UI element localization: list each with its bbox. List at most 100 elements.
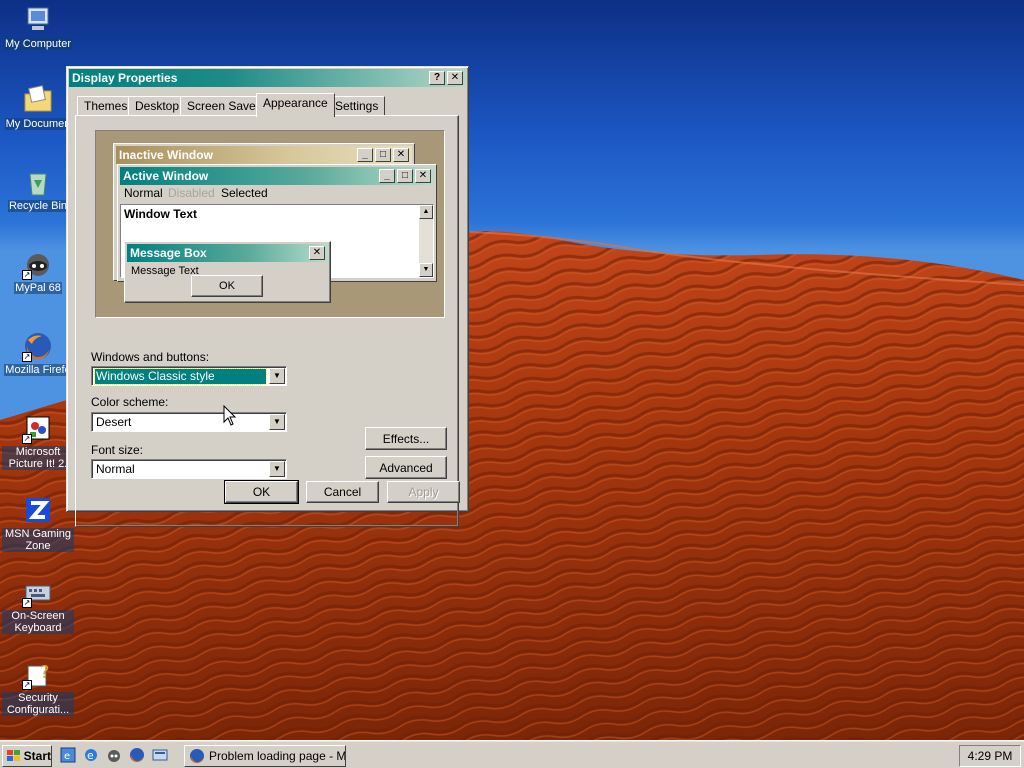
shortcut-arrow-icon: ↗: [22, 598, 32, 608]
svg-text:e: e: [87, 749, 94, 762]
display-properties-dialog[interactable]: Display Properties ? ✕ Themes Desktop Sc…: [66, 66, 469, 527]
desktop-icon-on-screen-keyboard[interactable]: ↗ On-Screen Keyboard: [2, 576, 74, 637]
desktop-icon-security-configuration[interactable]: ? ↗ Security Configurati...: [2, 658, 74, 719]
preview-window-text: Window Text: [124, 207, 197, 221]
scroll-up-icon: ▲: [419, 205, 433, 219]
firefox-icon: [190, 749, 204, 764]
scroll-down-icon: ▼: [419, 263, 433, 277]
preview-active-titlebar: Active Window _ □ ✕: [120, 167, 434, 185]
mouse-cursor-icon: [223, 405, 237, 426]
desktop-icon-my-documents[interactable]: My Documen: [2, 84, 74, 133]
shortcut-arrow-icon: ↗: [22, 434, 32, 444]
computer-icon: [22, 4, 54, 36]
desktop-icon-label: MSN Gaming Zone: [2, 528, 74, 552]
shortcut-arrow-icon: ↗: [22, 352, 32, 362]
close-icon: ✕: [415, 169, 431, 183]
windows-buttons-label: Windows and buttons:: [91, 350, 210, 364]
desktop-icon-label: My Computer: [3, 38, 73, 50]
tab-appearance[interactable]: Appearance: [256, 93, 335, 117]
taskbar: Start e e Problem loading page - M... 4:…: [0, 740, 1024, 768]
desktop-icon-label: Mozilla Firefo: [4, 364, 72, 376]
desktop-icon-label: MyPal 68: [14, 282, 62, 294]
desktop-icon-label: Microsoft Picture It! 2.: [2, 446, 74, 470]
ok-button[interactable]: OK: [224, 480, 299, 504]
preview-menu-normal: Normal: [124, 186, 163, 200]
svg-text:e: e: [64, 751, 70, 762]
close-button[interactable]: ✕: [447, 71, 463, 85]
desktop-icon-picture-it[interactable]: ↗ Microsoft Picture It! 2.: [2, 412, 74, 473]
security-icon: ? ↗: [22, 658, 54, 690]
desktop-icon-msn-gaming-zone[interactable]: MSN Gaming Zone: [2, 494, 74, 555]
preview-scrollbar: ▲ ▼: [419, 205, 433, 277]
desktop-icon-label: My Documen: [4, 118, 72, 130]
firefox-icon[interactable]: [129, 747, 145, 763]
shortcut-arrow-icon: ↗: [22, 680, 32, 690]
chevron-down-icon[interactable]: ▼: [269, 368, 285, 384]
ie-settings-icon[interactable]: e: [60, 747, 76, 763]
folder-icon: [22, 84, 54, 116]
preview-menu-selected: Selected: [221, 186, 268, 200]
system-tray-clock[interactable]: 4:29 PM: [959, 745, 1021, 767]
maximize-icon: □: [375, 148, 391, 162]
font-size-value: Normal: [96, 462, 135, 476]
dialog-titlebar[interactable]: Display Properties ? ✕: [69, 69, 466, 87]
start-label: Start: [23, 749, 51, 763]
preview-message-box: Message Box ✕ Message Text OK: [124, 241, 331, 303]
color-scheme-label: Color scheme:: [91, 395, 169, 409]
preview-msgbox-titlebar: Message Box ✕: [127, 244, 328, 262]
windows-buttons-select[interactable]: Windows Classic style ▼: [91, 366, 287, 386]
maximize-icon: □: [397, 169, 413, 183]
desktop-icon-label: Security Configurati...: [2, 692, 74, 716]
minimize-icon: _: [379, 169, 395, 183]
tab-themes[interactable]: Themes: [77, 96, 135, 116]
dialog-title: Display Properties: [72, 71, 178, 85]
preview-inactive-title: Inactive Window: [119, 148, 213, 162]
color-scheme-value: Desert: [96, 415, 132, 429]
chevron-down-icon[interactable]: ▼: [269, 461, 285, 477]
color-scheme-select[interactable]: Desert ▼: [91, 412, 287, 432]
chevron-down-icon[interactable]: ▼: [269, 414, 285, 430]
preview-msgbox-title: Message Box: [130, 246, 207, 260]
preview-inactive-titlebar: Inactive Window _ □ ✕: [116, 146, 412, 164]
picture-it-icon: ↗: [22, 412, 54, 444]
taskbar-task-firefox[interactable]: Problem loading page - M...: [184, 745, 346, 767]
desktop-icon-firefox[interactable]: ↗ Mozilla Firefo: [2, 330, 74, 379]
appearance-tab-panel: Inactive Window _ □ ✕ Active Window _ □ ✕ No…: [75, 115, 459, 527]
recycle-bin-icon: [22, 166, 54, 198]
appearance-preview: Inactive Window _ □ ✕ Active Window _ □ ✕ No…: [95, 130, 445, 318]
desktop-icon-label: Recycle Bin: [7, 200, 69, 212]
desktop-icon-my-computer[interactable]: My Computer: [2, 4, 74, 53]
cancel-button[interactable]: Cancel: [306, 481, 379, 503]
font-size-label: Font size:: [91, 443, 144, 457]
svg-text:?: ?: [40, 662, 50, 683]
task-label: Problem loading page - M...: [209, 749, 346, 763]
desktop-icon-recycle-bin[interactable]: Recycle Bin: [2, 166, 74, 215]
tab-settings[interactable]: Settings: [328, 96, 386, 116]
desktop-icon-mypal[interactable]: ↗ MyPal 68: [2, 248, 74, 297]
preview-msgbox-ok: OK: [191, 275, 263, 297]
tab-screen-saver[interactable]: Screen Saver: [180, 96, 267, 116]
windows-buttons-value: Windows Classic style: [94, 368, 267, 385]
close-icon: ✕: [309, 246, 325, 260]
windows-logo-icon: [7, 750, 20, 761]
font-size-select[interactable]: Normal ▼: [91, 459, 287, 479]
desktop-icon-label: On-Screen Keyboard: [2, 610, 74, 634]
preview-active-title: Active Window: [123, 169, 209, 183]
effects-button[interactable]: Effects...: [365, 427, 447, 450]
show-desktop-icon[interactable]: [152, 747, 168, 763]
help-button[interactable]: ?: [429, 71, 445, 85]
raccoon-icon[interactable]: [106, 747, 122, 763]
close-icon: ✕: [393, 148, 409, 162]
minimize-icon: _: [357, 148, 373, 162]
tab-desktop[interactable]: Desktop: [128, 96, 187, 116]
shortcut-arrow-icon: ↗: [22, 270, 32, 280]
preview-msgbox-text: Message Text: [131, 265, 199, 277]
apply-button[interactable]: Apply: [387, 481, 460, 503]
advanced-button[interactable]: Advanced: [365, 456, 447, 479]
start-button[interactable]: Start: [2, 745, 52, 767]
keyboard-icon: ↗: [22, 576, 54, 608]
preview-menu-disabled: Disabled: [168, 186, 215, 200]
internet-explorer-icon[interactable]: e: [83, 747, 99, 763]
raccoon-icon: ↗: [22, 248, 54, 280]
firefox-icon: ↗: [22, 330, 54, 362]
